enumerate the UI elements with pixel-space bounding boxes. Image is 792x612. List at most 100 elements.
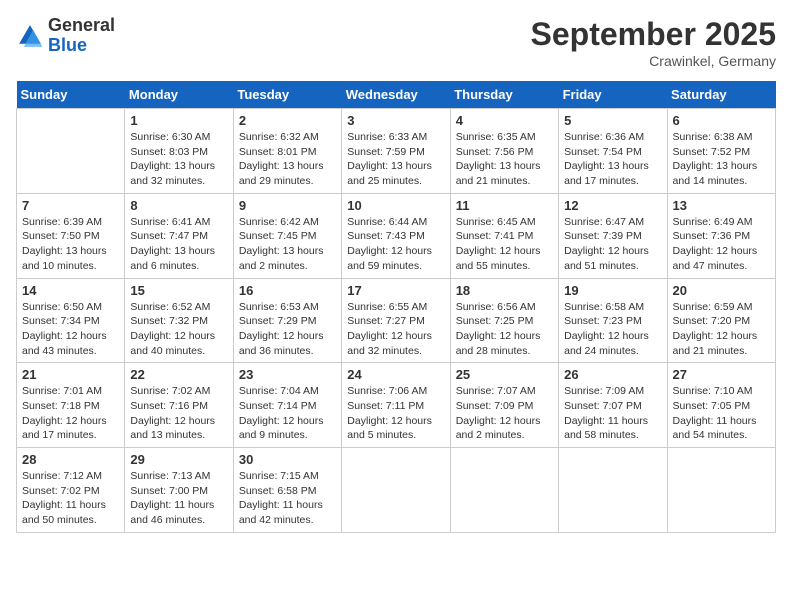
calendar-cell: 10Sunrise: 6:44 AMSunset: 7:43 PMDayligh… (342, 193, 450, 278)
calendar-cell (667, 448, 775, 533)
day-info: Sunrise: 7:09 AMSunset: 7:07 PMDaylight:… (564, 384, 661, 443)
calendar-cell: 6 Sunrise: 6:38 AMSunset: 7:52 PMDaylight… (667, 109, 775, 194)
day-info: Sunrise: 6:53 AMSunset: 7:29 PMDaylight:… (239, 300, 336, 359)
calendar-cell: 3Sunrise: 6:33 AMSunset: 7:59 PMDaylight… (342, 109, 450, 194)
day-info: Sunrise: 7:13 AMSunset: 7:00 PMDaylight:… (130, 469, 227, 528)
logo-blue: Blue (48, 35, 87, 55)
calendar-table: SundayMondayTuesdayWednesdayThursdayFrid… (16, 81, 776, 533)
day-number: 20 (673, 283, 770, 298)
day-number: 21 (22, 367, 119, 382)
day-info: Sunrise: 6:56 AMSunset: 7:25 PMDaylight:… (456, 300, 553, 359)
day-number: 29 (130, 452, 227, 467)
logo-text: General Blue (48, 16, 115, 56)
day-number: 1 (130, 113, 227, 128)
calendar-cell: 2 Sunrise: 6:32 AMSunset: 8:01 PMDaylight… (233, 109, 341, 194)
day-number: 28 (22, 452, 119, 467)
day-number: 18 (456, 283, 553, 298)
day-info: Sunrise: 6:49 AMSunset: 7:36 PMDaylight:… (673, 215, 770, 274)
logo: General Blue (16, 16, 115, 56)
day-info: Sunrise: 6:32 AMSunset: 8:01 PMDaylight:… (239, 130, 336, 189)
day-info: Sunrise: 6:33 AMSunset: 7:59 PMDaylight:… (347, 130, 444, 189)
day-number: 5 (564, 113, 661, 128)
day-number: 19 (564, 283, 661, 298)
day-number: 6 (673, 113, 770, 128)
calendar-cell: 26 Sunrise: 7:09 AMSunset: 7:07 PMDayligh… (559, 363, 667, 448)
day-info: Sunrise: 6:36 AMSunset: 7:54 PMDaylight:… (564, 130, 661, 189)
calendar-cell: 12 Sunrise: 6:47 AMSunset: 7:39 PMDayligh… (559, 193, 667, 278)
day-number: 26 (564, 367, 661, 382)
calendar-cell: 9 Sunrise: 6:42 AMSunset: 7:45 PMDaylight… (233, 193, 341, 278)
day-number: 11 (456, 198, 553, 213)
week-row-3: 14 Sunrise: 6:50 AMSunset: 7:34 PMDayligh… (17, 278, 776, 363)
day-info: Sunrise: 6:47 AMSunset: 7:39 PMDaylight:… (564, 215, 661, 274)
day-info: Sunrise: 6:38 AMSunset: 7:52 PMDaylight:… (673, 130, 770, 189)
calendar-cell: 5 Sunrise: 6:36 AMSunset: 7:54 PMDaylight… (559, 109, 667, 194)
calendar-cell: 17 Sunrise: 6:55 AMSunset: 7:27 PMDayligh… (342, 278, 450, 363)
day-info: Sunrise: 7:04 AMSunset: 7:14 PMDaylight:… (239, 384, 336, 443)
weekday-header-sunday: Sunday (17, 81, 125, 109)
day-number: 2 (239, 113, 336, 128)
day-info: Sunrise: 6:39 AMSunset: 7:50 PMDaylight:… (22, 215, 119, 274)
page-header: General Blue September 2025 Crawinkel, G… (16, 16, 776, 69)
title-block: September 2025 Crawinkel, Germany (531, 16, 776, 69)
day-info: Sunrise: 6:44 AMSunset: 7:43 PMDaylight:… (347, 215, 444, 274)
weekday-header-wednesday: Wednesday (342, 81, 450, 109)
day-info: Sunrise: 7:01 AMSunset: 7:18 PMDaylight:… (22, 384, 119, 443)
calendar-cell: 23Sunrise: 7:04 AMSunset: 7:14 PMDayligh… (233, 363, 341, 448)
calendar-cell: 16 Sunrise: 6:53 AMSunset: 7:29 PMDayligh… (233, 278, 341, 363)
weekday-header-tuesday: Tuesday (233, 81, 341, 109)
day-number: 9 (239, 198, 336, 213)
calendar-cell: 20 Sunrise: 6:59 AMSunset: 7:20 PMDayligh… (667, 278, 775, 363)
day-info: Sunrise: 6:30 AMSunset: 8:03 PMDaylight:… (130, 130, 227, 189)
week-row-1: 1 Sunrise: 6:30 AMSunset: 8:03 PMDaylight… (17, 109, 776, 194)
calendar-cell: 8 Sunrise: 6:41 AMSunset: 7:47 PMDaylight… (125, 193, 233, 278)
calendar-cell (342, 448, 450, 533)
day-info: Sunrise: 6:45 AMSunset: 7:41 PMDaylight:… (456, 215, 553, 274)
day-number: 4 (456, 113, 553, 128)
day-info: Sunrise: 7:15 AMSunset: 6:58 PMDaylight:… (239, 469, 336, 528)
day-info: Sunrise: 7:12 AMSunset: 7:02 PMDaylight:… (22, 469, 119, 528)
calendar-cell: 29 Sunrise: 7:13 AMSunset: 7:00 PMDayligh… (125, 448, 233, 533)
calendar-cell: 21 Sunrise: 7:01 AMSunset: 7:18 PMDayligh… (17, 363, 125, 448)
day-number: 15 (130, 283, 227, 298)
day-number: 24 (347, 367, 444, 382)
day-info: Sunrise: 6:42 AMSunset: 7:45 PMDaylight:… (239, 215, 336, 274)
logo-icon (16, 22, 44, 50)
calendar-cell: 22Sunrise: 7:02 AMSunset: 7:16 PMDayligh… (125, 363, 233, 448)
day-info: Sunrise: 7:07 AMSunset: 7:09 PMDaylight:… (456, 384, 553, 443)
day-number: 22 (130, 367, 227, 382)
day-number: 16 (239, 283, 336, 298)
calendar-cell: 15 Sunrise: 6:52 AMSunset: 7:32 PMDayligh… (125, 278, 233, 363)
calendar-cell: 4 Sunrise: 6:35 AMSunset: 7:56 PMDaylight… (450, 109, 558, 194)
calendar-cell: 13 Sunrise: 6:49 AMSunset: 7:36 PMDayligh… (667, 193, 775, 278)
day-number: 17 (347, 283, 444, 298)
day-info: Sunrise: 6:59 AMSunset: 7:20 PMDaylight:… (673, 300, 770, 359)
week-row-5: 28 Sunrise: 7:12 AMSunset: 7:02 PMDayligh… (17, 448, 776, 533)
week-row-2: 7 Sunrise: 6:39 AMSunset: 7:50 PMDaylight… (17, 193, 776, 278)
calendar-cell: 18 Sunrise: 6:56 AMSunset: 7:25 PMDayligh… (450, 278, 558, 363)
day-number: 7 (22, 198, 119, 213)
day-info: Sunrise: 6:41 AMSunset: 7:47 PMDaylight:… (130, 215, 227, 274)
logo-general: General (48, 15, 115, 35)
day-number: 25 (456, 367, 553, 382)
weekday-header-saturday: Saturday (667, 81, 775, 109)
day-info: Sunrise: 6:52 AMSunset: 7:32 PMDaylight:… (130, 300, 227, 359)
location-subtitle: Crawinkel, Germany (531, 53, 776, 69)
day-number: 13 (673, 198, 770, 213)
calendar-cell: 27Sunrise: 7:10 AMSunset: 7:05 PMDayligh… (667, 363, 775, 448)
calendar-cell: 25 Sunrise: 7:07 AMSunset: 7:09 PMDayligh… (450, 363, 558, 448)
day-info: Sunrise: 6:50 AMSunset: 7:34 PMDaylight:… (22, 300, 119, 359)
calendar-cell (450, 448, 558, 533)
weekday-header-thursday: Thursday (450, 81, 558, 109)
day-number: 8 (130, 198, 227, 213)
day-number: 12 (564, 198, 661, 213)
calendar-cell: 1 Sunrise: 6:30 AMSunset: 8:03 PMDaylight… (125, 109, 233, 194)
calendar-cell: 28 Sunrise: 7:12 AMSunset: 7:02 PMDayligh… (17, 448, 125, 533)
day-info: Sunrise: 6:55 AMSunset: 7:27 PMDaylight:… (347, 300, 444, 359)
day-number: 27 (673, 367, 770, 382)
month-title: September 2025 (531, 16, 776, 53)
weekday-header-row: SundayMondayTuesdayWednesdayThursdayFrid… (17, 81, 776, 109)
day-info: Sunrise: 6:35 AMSunset: 7:56 PMDaylight:… (456, 130, 553, 189)
calendar-cell: 30Sunrise: 7:15 AMSunset: 6:58 PMDayligh… (233, 448, 341, 533)
day-number: 14 (22, 283, 119, 298)
